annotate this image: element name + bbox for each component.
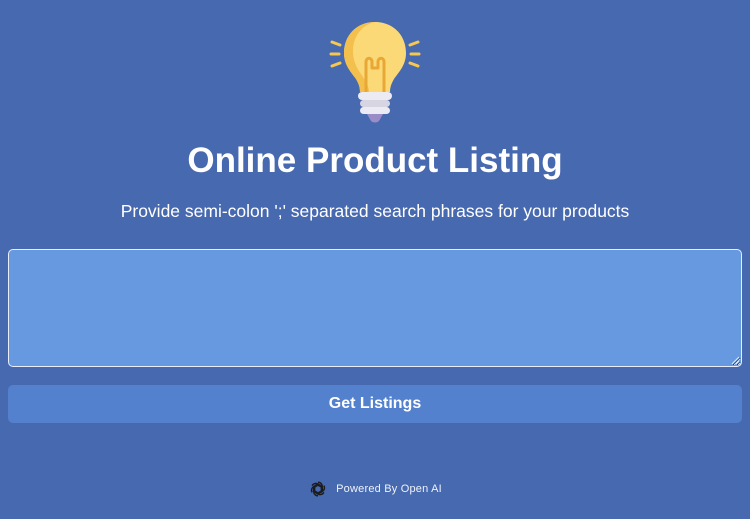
search-phrases-input[interactable] <box>8 249 742 367</box>
footer: Powered By Open AI <box>0 478 750 500</box>
app-page: Online Product Listing Provide semi-colo… <box>0 0 750 519</box>
powered-by-text: Powered By Open AI <box>336 483 442 495</box>
get-listings-button[interactable]: Get Listings <box>8 385 742 423</box>
openai-logo-icon <box>310 481 326 497</box>
page-subtitle: Provide semi-colon ';' separated search … <box>120 201 630 221</box>
lightbulb-icon <box>329 22 421 123</box>
page-title: Online Product Listing <box>187 141 563 180</box>
